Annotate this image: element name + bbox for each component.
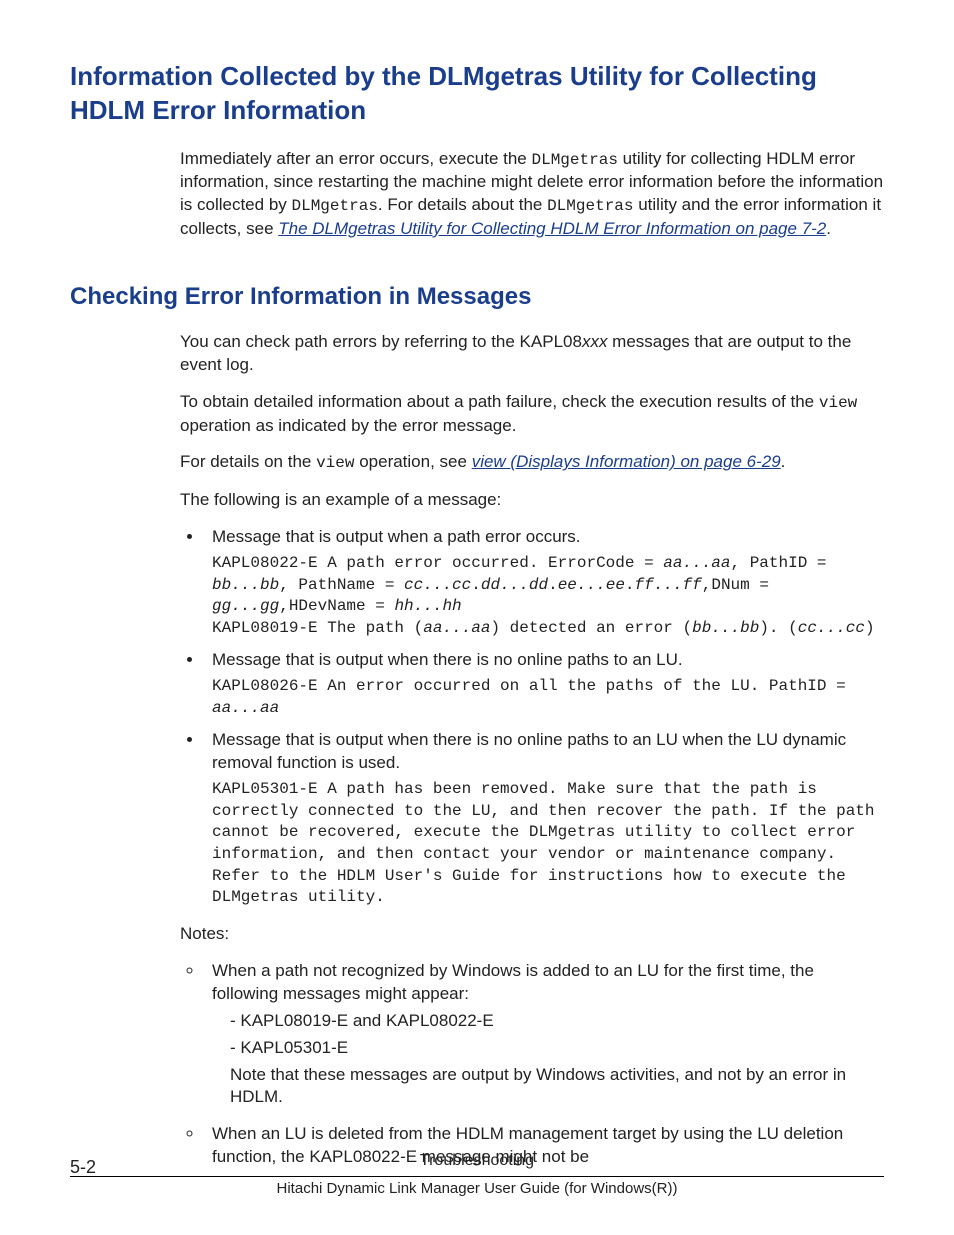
section1-para: Immediately after an error occurs, execu… <box>180 148 884 241</box>
section1-body: Immediately after an error occurs, execu… <box>180 148 884 241</box>
footer-sub: Hitachi Dynamic Link Manager User Guide … <box>277 1180 678 1197</box>
note-line: Note that these messages are output by W… <box>230 1064 884 1110</box>
section2-p3: For details on the view operation, see v… <box>180 451 884 475</box>
section2-link[interactable]: view (Displays Information) on page 6-29 <box>472 452 781 471</box>
message-item-code: KAPL08026-E An error occurred on all the… <box>212 676 884 719</box>
message-item-label: Message that is output when there is no … <box>212 729 884 775</box>
section1-heading: Information Collected by the DLMgetras U… <box>70 60 884 128</box>
notes-label: Notes: <box>180 923 884 946</box>
message-item-label: Message that is output when a path error… <box>212 526 884 549</box>
page-footer: Troubleshooting Hitachi Dynamic Link Man… <box>70 1150 884 1199</box>
section2-heading: Checking Error Information in Messages <box>70 281 884 313</box>
section2-p1: You can check path errors by referring t… <box>180 331 884 377</box>
note-text: When a path not recognized by Windows is… <box>212 960 884 1006</box>
section2-p4: The following is an example of a message… <box>180 489 884 512</box>
message-list: Message that is output when a path error… <box>180 526 884 909</box>
message-item: Message that is output when a path error… <box>204 526 884 639</box>
footer-title: Troubleshooting <box>420 1152 534 1169</box>
note-line: - KAPL05301-E <box>230 1037 884 1060</box>
section2-p2: To obtain detailed information about a p… <box>180 391 884 438</box>
section2-body: You can check path errors by referring t… <box>180 331 884 1169</box>
note-item: When a path not recognized by Windows is… <box>204 960 884 1110</box>
message-item: Message that is output when there is no … <box>204 729 884 908</box>
message-item-code: KAPL05301-E A path has been removed. Mak… <box>212 779 884 909</box>
message-item-label: Message that is output when there is no … <box>212 649 884 672</box>
message-item-code: KAPL08022-E A path error occurred. Error… <box>212 553 884 639</box>
note-line: - KAPL08019-E and KAPL08022-E <box>230 1010 884 1033</box>
notes-list: When a path not recognized by Windows is… <box>180 960 884 1170</box>
section1-link[interactable]: The DLMgetras Utility for Collecting HDL… <box>278 219 826 238</box>
message-item: Message that is output when there is no … <box>204 649 884 719</box>
footer-rule <box>70 1176 884 1177</box>
